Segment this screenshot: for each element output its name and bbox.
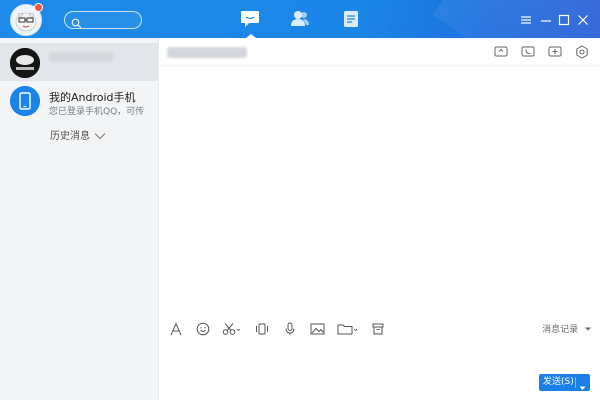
minimize-icon	[541, 20, 551, 22]
history-messages-link[interactable]: 历史消息	[50, 127, 106, 142]
settings-button[interactable]	[575, 44, 589, 63]
voice-message-button[interactable]	[283, 321, 297, 340]
font-button[interactable]	[169, 321, 183, 340]
message-input[interactable]	[159, 340, 600, 370]
send-divider	[575, 377, 576, 388]
profile-avatar-icon	[10, 48, 40, 78]
shake-icon	[256, 323, 268, 335]
maximize-icon	[558, 14, 570, 26]
last-message-preview: 您已登录手机QQ，可传	[49, 107, 145, 117]
phone-icon	[10, 86, 40, 116]
message-record-label: 消息记录	[542, 325, 579, 335]
minimize-button[interactable]	[540, 11, 552, 30]
shake-button[interactable]	[255, 321, 269, 340]
tab-messages[interactable]	[239, 9, 261, 33]
send-label: 发送(S)	[543, 377, 574, 387]
screen-share-icon	[494, 46, 508, 57]
voice-call-button[interactable]	[521, 44, 535, 63]
message-record-button[interactable]: 消息记录	[542, 322, 592, 335]
settings-icon	[576, 45, 588, 59]
image-icon	[310, 323, 325, 335]
search-icon	[71, 14, 82, 33]
close-button[interactable]	[577, 11, 589, 30]
history-label: 历史消息	[50, 131, 90, 142]
tab-space[interactable]	[341, 9, 361, 33]
message-area[interactable]	[159, 66, 600, 316]
add-button[interactable]	[548, 44, 562, 63]
search-box[interactable]	[64, 11, 142, 29]
close-icon	[578, 15, 588, 25]
emoji-icon	[196, 322, 210, 336]
caret-down-icon	[579, 386, 586, 390]
title-bar	[0, 0, 600, 38]
caret-down-icon	[585, 327, 591, 331]
send-button[interactable]: 发送(S)	[539, 374, 590, 391]
contact-name: 我的Android手机	[49, 91, 136, 104]
conversation-item[interactable]	[0, 43, 158, 81]
screenshot-button[interactable]	[222, 321, 242, 340]
chat-panel: 消息记录 发送(S)	[159, 38, 600, 400]
main-menu-button[interactable]	[520, 11, 532, 30]
add-icon	[548, 46, 562, 57]
contacts-icon	[291, 11, 309, 26]
favorites-icon	[372, 323, 384, 335]
voice-call-icon	[521, 46, 535, 57]
input-toolbar: 消息记录	[159, 318, 600, 338]
emoji-button[interactable]	[196, 321, 210, 340]
notification-dot	[34, 3, 43, 12]
screenshot-icon	[222, 323, 241, 335]
maximize-button[interactable]	[558, 11, 570, 30]
chat-bubble-icon	[241, 11, 259, 27]
document-icon	[344, 11, 358, 27]
screen-share-button[interactable]	[494, 44, 508, 63]
menu-icon	[521, 16, 531, 24]
voice-icon	[285, 322, 295, 335]
favorites-button[interactable]	[371, 321, 385, 340]
folder-icon	[337, 324, 358, 335]
send-options-button[interactable]	[579, 381, 586, 398]
chevron-down-icon	[94, 133, 106, 140]
contact-name-redacted	[49, 52, 113, 62]
file-button[interactable]	[337, 321, 359, 340]
image-button[interactable]	[310, 321, 325, 340]
chat-title-redacted	[167, 47, 247, 58]
conversation-item-android-phone[interactable]: 我的Android手机 您已登录手机QQ，可传	[0, 81, 158, 119]
conversation-list: 我的Android手机 您已登录手机QQ，可传 历史消息	[0, 38, 159, 400]
tab-contacts[interactable]	[289, 9, 311, 33]
font-icon	[170, 322, 182, 336]
